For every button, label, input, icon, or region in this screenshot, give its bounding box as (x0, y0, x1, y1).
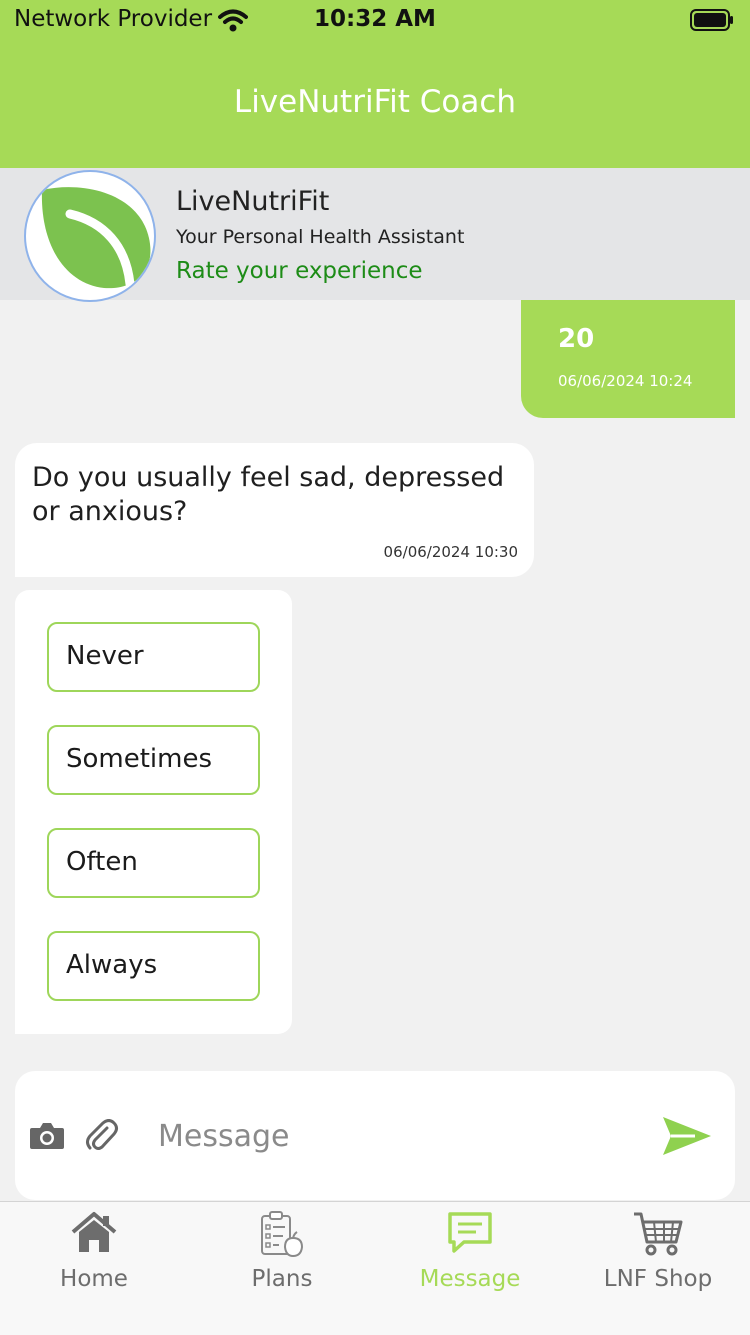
bot-message-bubble: Do you usually feel sad, depressed or an… (15, 443, 534, 577)
option-label: Always (66, 950, 158, 980)
status-time: 10:32 AM (314, 6, 436, 32)
message-input[interactable] (158, 1111, 638, 1161)
camera-icon[interactable] (29, 1121, 65, 1151)
user-message-text: 20 (558, 324, 595, 354)
option-often-button[interactable]: Often (47, 828, 260, 898)
option-sometimes-button[interactable]: Sometimes (47, 725, 260, 795)
shop-cart-icon (634, 1212, 683, 1256)
option-always-button[interactable]: Always (47, 931, 260, 1001)
status-bar: Network Provider 10:32 AM (0, 0, 750, 44)
option-label: Sometimes (66, 744, 213, 774)
user-message-bubble: 20 06/06/2024 10:24 (521, 300, 735, 418)
bot-message-text: Do you usually feel sad, depressed or an… (32, 462, 505, 527)
page-title: LiveNutriFit Coach (233, 84, 517, 120)
tab-message[interactable]: Message (376, 1202, 564, 1335)
bottom-tab-bar: Home Plans Message LNF Shop (0, 1201, 750, 1335)
battery-icon (690, 9, 733, 31)
assistant-profile: LiveNutriFit Your Personal Health Assist… (0, 168, 750, 302)
option-label: Never (66, 641, 144, 671)
tab-home[interactable]: Home (0, 1202, 188, 1335)
avatar (24, 170, 156, 302)
tab-label: LNF Shop (603, 1266, 713, 1292)
message-composer (15, 1071, 735, 1200)
home-icon (71, 1212, 117, 1252)
paperclip-icon[interactable] (85, 1119, 119, 1153)
option-label: Often (66, 847, 138, 877)
send-icon[interactable] (661, 1115, 713, 1157)
rate-experience-link[interactable]: Rate your experience (176, 258, 423, 284)
tab-plans[interactable]: Plans (188, 1202, 376, 1335)
tab-label: Plans (251, 1266, 313, 1292)
leaf-logo-icon (41, 187, 151, 289)
assistant-name: LiveNutriFit (176, 186, 330, 217)
message-icon (448, 1212, 492, 1253)
option-never-button[interactable]: Never (47, 622, 260, 692)
app-header: LiveNutriFit Coach (0, 44, 750, 168)
bot-message-time: 06/06/2024 10:30 (383, 543, 518, 561)
tab-lnf-shop[interactable]: LNF Shop (564, 1202, 750, 1335)
quick-reply-options: Never Sometimes Often Always (15, 590, 292, 1034)
assistant-subtitle: Your Personal Health Assistant (176, 226, 465, 248)
user-message-time: 06/06/2024 10:24 (558, 372, 693, 390)
tab-label: Home (60, 1266, 128, 1292)
tab-label: Message (419, 1266, 521, 1292)
plans-icon (261, 1211, 304, 1258)
